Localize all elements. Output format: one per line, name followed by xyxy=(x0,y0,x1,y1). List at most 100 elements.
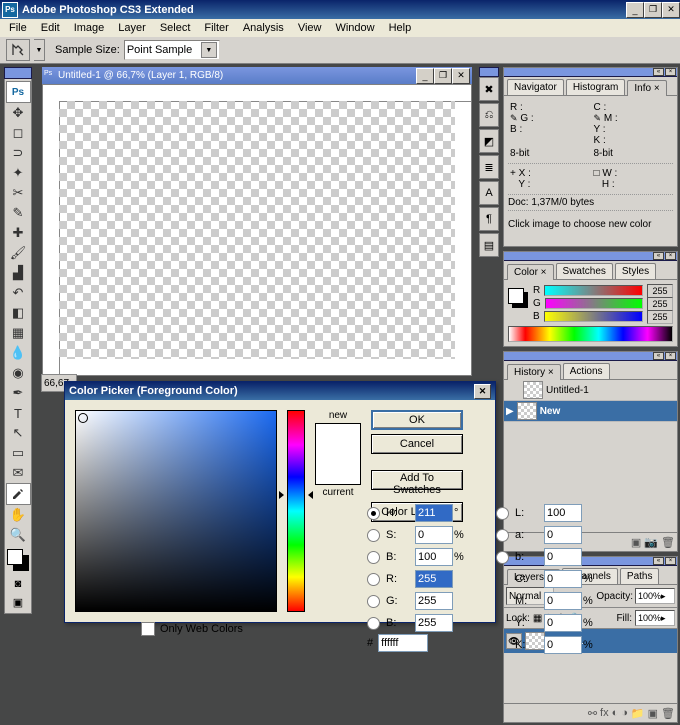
adjustment-icon[interactable]: ◑ xyxy=(621,707,628,719)
radio-r[interactable] xyxy=(367,573,380,586)
green-slider[interactable] xyxy=(545,298,643,309)
dock-character-icon[interactable]: A xyxy=(479,181,499,205)
tab-info[interactable]: Info × xyxy=(627,80,666,96)
history-brush-tool[interactable]: ↶ xyxy=(7,283,30,303)
dock-comp-icon[interactable]: ▤ xyxy=(479,233,499,257)
hue-slider[interactable] xyxy=(287,410,305,612)
hex-input[interactable]: ffffff xyxy=(378,634,428,652)
menu-layer[interactable]: Layer xyxy=(111,20,153,36)
cancel-button[interactable]: Cancel xyxy=(371,434,463,454)
crop-tool[interactable]: ✂ xyxy=(7,183,30,203)
quick-select-tool[interactable]: ✦ xyxy=(7,163,30,183)
color-picker-titlebar[interactable]: Color Picker (Foreground Color) ✕ xyxy=(65,382,495,400)
g-input[interactable]: 255 xyxy=(415,592,453,610)
add-to-swatches-button[interactable]: Add To Swatches xyxy=(371,470,463,490)
panel-close-button[interactable]: × xyxy=(665,68,676,76)
tab-histogram[interactable]: Histogram xyxy=(566,79,626,95)
screen-mode-button[interactable]: ▣ xyxy=(7,593,30,611)
trash-icon[interactable]: 🗑 xyxy=(661,707,675,720)
toolbox-titlebar[interactable] xyxy=(4,67,32,79)
foreground-swatch[interactable] xyxy=(7,549,23,565)
saturation-value-field[interactable] xyxy=(75,410,277,612)
slice-tool[interactable]: ✎ xyxy=(7,203,30,223)
menu-image[interactable]: Image xyxy=(67,20,112,36)
sv-marker[interactable] xyxy=(78,413,88,423)
dialog-close-button[interactable]: ✕ xyxy=(474,384,491,399)
s-input[interactable]: 0 xyxy=(415,526,453,544)
fx-icon[interactable]: fx xyxy=(600,707,609,719)
new-doc-icon[interactable]: ▣ xyxy=(631,536,641,549)
link-icon[interactable]: ⚯ xyxy=(588,707,597,720)
menu-window[interactable]: Window xyxy=(328,20,381,36)
ok-button[interactable]: OK xyxy=(371,410,463,430)
menu-edit[interactable]: Edit xyxy=(34,20,67,36)
snapshot-icon[interactable]: 📷 xyxy=(644,536,658,549)
blue-slider[interactable] xyxy=(544,311,643,322)
color-swatch-pair[interactable] xyxy=(7,549,29,571)
tab-history[interactable]: History × xyxy=(507,364,561,380)
zoom-tool[interactable]: 🔍 xyxy=(7,525,30,545)
radio-a[interactable] xyxy=(496,529,509,542)
radio-lab-b[interactable] xyxy=(496,551,509,564)
web-colors-checkbox[interactable] xyxy=(141,622,155,636)
notes-tool[interactable]: ✉ xyxy=(7,463,30,483)
radio-h[interactable] xyxy=(367,507,380,520)
doc-close-button[interactable]: ✕ xyxy=(452,68,470,84)
transparent-canvas[interactable] xyxy=(59,101,455,359)
maximize-button[interactable]: ❐ xyxy=(644,2,662,18)
tab-styles[interactable]: Styles xyxy=(615,263,656,279)
group-icon[interactable]: 📁 xyxy=(631,707,645,720)
panel-collapse-button[interactable]: « xyxy=(653,557,664,565)
tab-swatches[interactable]: Swatches xyxy=(556,263,613,279)
new-layer-icon[interactable]: ▣ xyxy=(648,707,658,720)
h-input[interactable]: 211 xyxy=(415,504,453,522)
document-titlebar[interactable]: Ps Untitled-1 @ 66,7% (Layer 1, RGB/8) _… xyxy=(42,67,472,84)
brush-tool[interactable]: 🖌 xyxy=(7,243,30,263)
opacity-input[interactable]: 100% ▸ xyxy=(635,588,675,604)
tool-preset-dropdown[interactable]: ▼ xyxy=(34,39,45,61)
menu-view[interactable]: View xyxy=(291,20,329,36)
eraser-tool[interactable]: ◧ xyxy=(7,303,30,323)
blur-tool[interactable]: 💧 xyxy=(7,343,30,363)
panel-collapse-button[interactable]: « xyxy=(653,252,664,260)
tab-navigator[interactable]: Navigator xyxy=(507,79,564,95)
tab-color[interactable]: Color × xyxy=(507,264,554,280)
panel-close-button[interactable]: × xyxy=(665,557,676,565)
radio-b-rgb[interactable] xyxy=(367,617,380,630)
color-panel-swatch[interactable] xyxy=(508,288,528,308)
radio-l[interactable] xyxy=(496,507,509,520)
minimize-button[interactable]: _ xyxy=(626,2,644,18)
shape-tool[interactable]: ▭ xyxy=(7,443,30,463)
menu-analysis[interactable]: Analysis xyxy=(236,20,291,36)
new-current-swatch[interactable] xyxy=(315,423,361,485)
pen-tool[interactable]: ✒ xyxy=(7,383,30,403)
healing-tool[interactable]: ✚ xyxy=(7,223,30,243)
color-spectrum[interactable] xyxy=(508,326,673,342)
vertical-ruler[interactable] xyxy=(43,101,60,375)
menu-help[interactable]: Help xyxy=(382,20,419,36)
type-tool[interactable]: T xyxy=(7,403,30,423)
stamp-tool[interactable]: ▟ xyxy=(7,263,30,283)
move-tool[interactable]: ✥ xyxy=(7,103,30,123)
path-select-tool[interactable]: ↖ xyxy=(7,423,30,443)
dock-header[interactable] xyxy=(479,67,499,77)
panel-close-button[interactable]: × xyxy=(665,252,676,260)
dock-brushes-icon[interactable]: ✖ xyxy=(479,77,499,101)
menu-file[interactable]: File xyxy=(2,20,34,36)
r-input[interactable]: 255 xyxy=(415,570,453,588)
doc-maximize-button[interactable]: ❐ xyxy=(434,68,452,84)
history-step[interactable]: ▶ New xyxy=(504,401,677,422)
radio-b[interactable] xyxy=(367,551,380,564)
tab-paths[interactable]: Paths xyxy=(620,568,660,584)
doc-minimize-button[interactable]: _ xyxy=(416,68,434,84)
history-snapshot[interactable]: Untitled-1 xyxy=(504,380,677,401)
radio-s[interactable] xyxy=(367,529,380,542)
radio-g[interactable] xyxy=(367,595,380,608)
b-rgb-input[interactable]: 255 xyxy=(415,614,453,632)
hand-tool[interactable]: ✋ xyxy=(7,505,30,525)
tab-actions[interactable]: Actions xyxy=(563,363,610,379)
panel-close-button[interactable]: × xyxy=(665,352,676,360)
m-input[interactable]: 0 xyxy=(544,592,582,610)
mask-icon[interactable]: ◐ xyxy=(612,707,619,719)
blue-value[interactable]: 255 xyxy=(647,310,673,324)
